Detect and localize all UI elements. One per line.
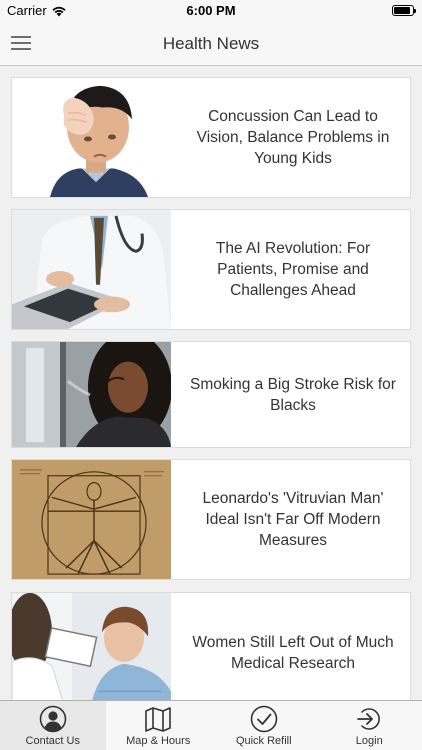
- article-image-doctor-with-laptop: [12, 210, 171, 329]
- news-card[interactable]: Leonardo's 'Vitruvian Man' Ideal Isn't F…: [11, 459, 411, 580]
- battery-icon: [392, 5, 416, 16]
- news-card[interactable]: Concussion Can Lead to Vision, Balance P…: [11, 77, 411, 198]
- tab-contact-us[interactable]: Contact Us: [0, 701, 106, 750]
- article-image-patient-and-doctor: [12, 593, 171, 700]
- article-image-boy-holding-head: [12, 78, 171, 197]
- tab-label: Login: [355, 735, 383, 747]
- login-icon: [355, 705, 383, 733]
- tab-map-hours[interactable]: Map & Hours: [106, 701, 212, 750]
- article-image-vitruvian-man-drawing: [12, 460, 171, 579]
- tab-login[interactable]: Login: [317, 701, 422, 750]
- tab-label: Contact Us: [25, 735, 80, 747]
- tab-bar: Contact Us Map & Hours Quick Refill Logi…: [0, 700, 422, 750]
- article-image-woman-smoking: [12, 342, 171, 447]
- news-card[interactable]: The AI Revolution: For Patients, Promise…: [11, 209, 411, 330]
- article-title: Concussion Can Lead to Vision, Balance P…: [196, 108, 390, 167]
- news-card[interactable]: Smoking a Big Stroke Risk for Blacks: [11, 341, 411, 448]
- navigation-bar: Health News: [0, 22, 422, 66]
- map-icon: [144, 705, 172, 733]
- news-card[interactable]: Women Still Left Out of Much Medical Res…: [11, 592, 411, 700]
- tab-label: Map & Hours: [126, 735, 191, 747]
- tab-quick-refill[interactable]: Quick Refill: [211, 701, 317, 750]
- article-title: The AI Revolution: For Patients, Promise…: [215, 240, 371, 299]
- person-icon: [39, 705, 67, 733]
- tab-label: Quick Refill: [235, 735, 292, 747]
- news-feed[interactable]: Concussion Can Lead to Vision, Balance P…: [0, 67, 422, 700]
- article-title: Women Still Left Out of Much Medical Res…: [192, 633, 394, 672]
- status-time: 6:00 PM: [186, 3, 236, 18]
- page-title: Health News: [162, 34, 260, 53]
- article-title: Smoking a Big Stroke Risk for Blacks: [190, 375, 396, 414]
- battery-level: [394, 7, 410, 14]
- checkmark-circle-icon: [250, 705, 278, 733]
- status-bar: Carrier 6:00 PM: [0, 0, 422, 22]
- article-title: Leonardo's 'Vitruvian Man' Ideal Isn't F…: [202, 490, 384, 549]
